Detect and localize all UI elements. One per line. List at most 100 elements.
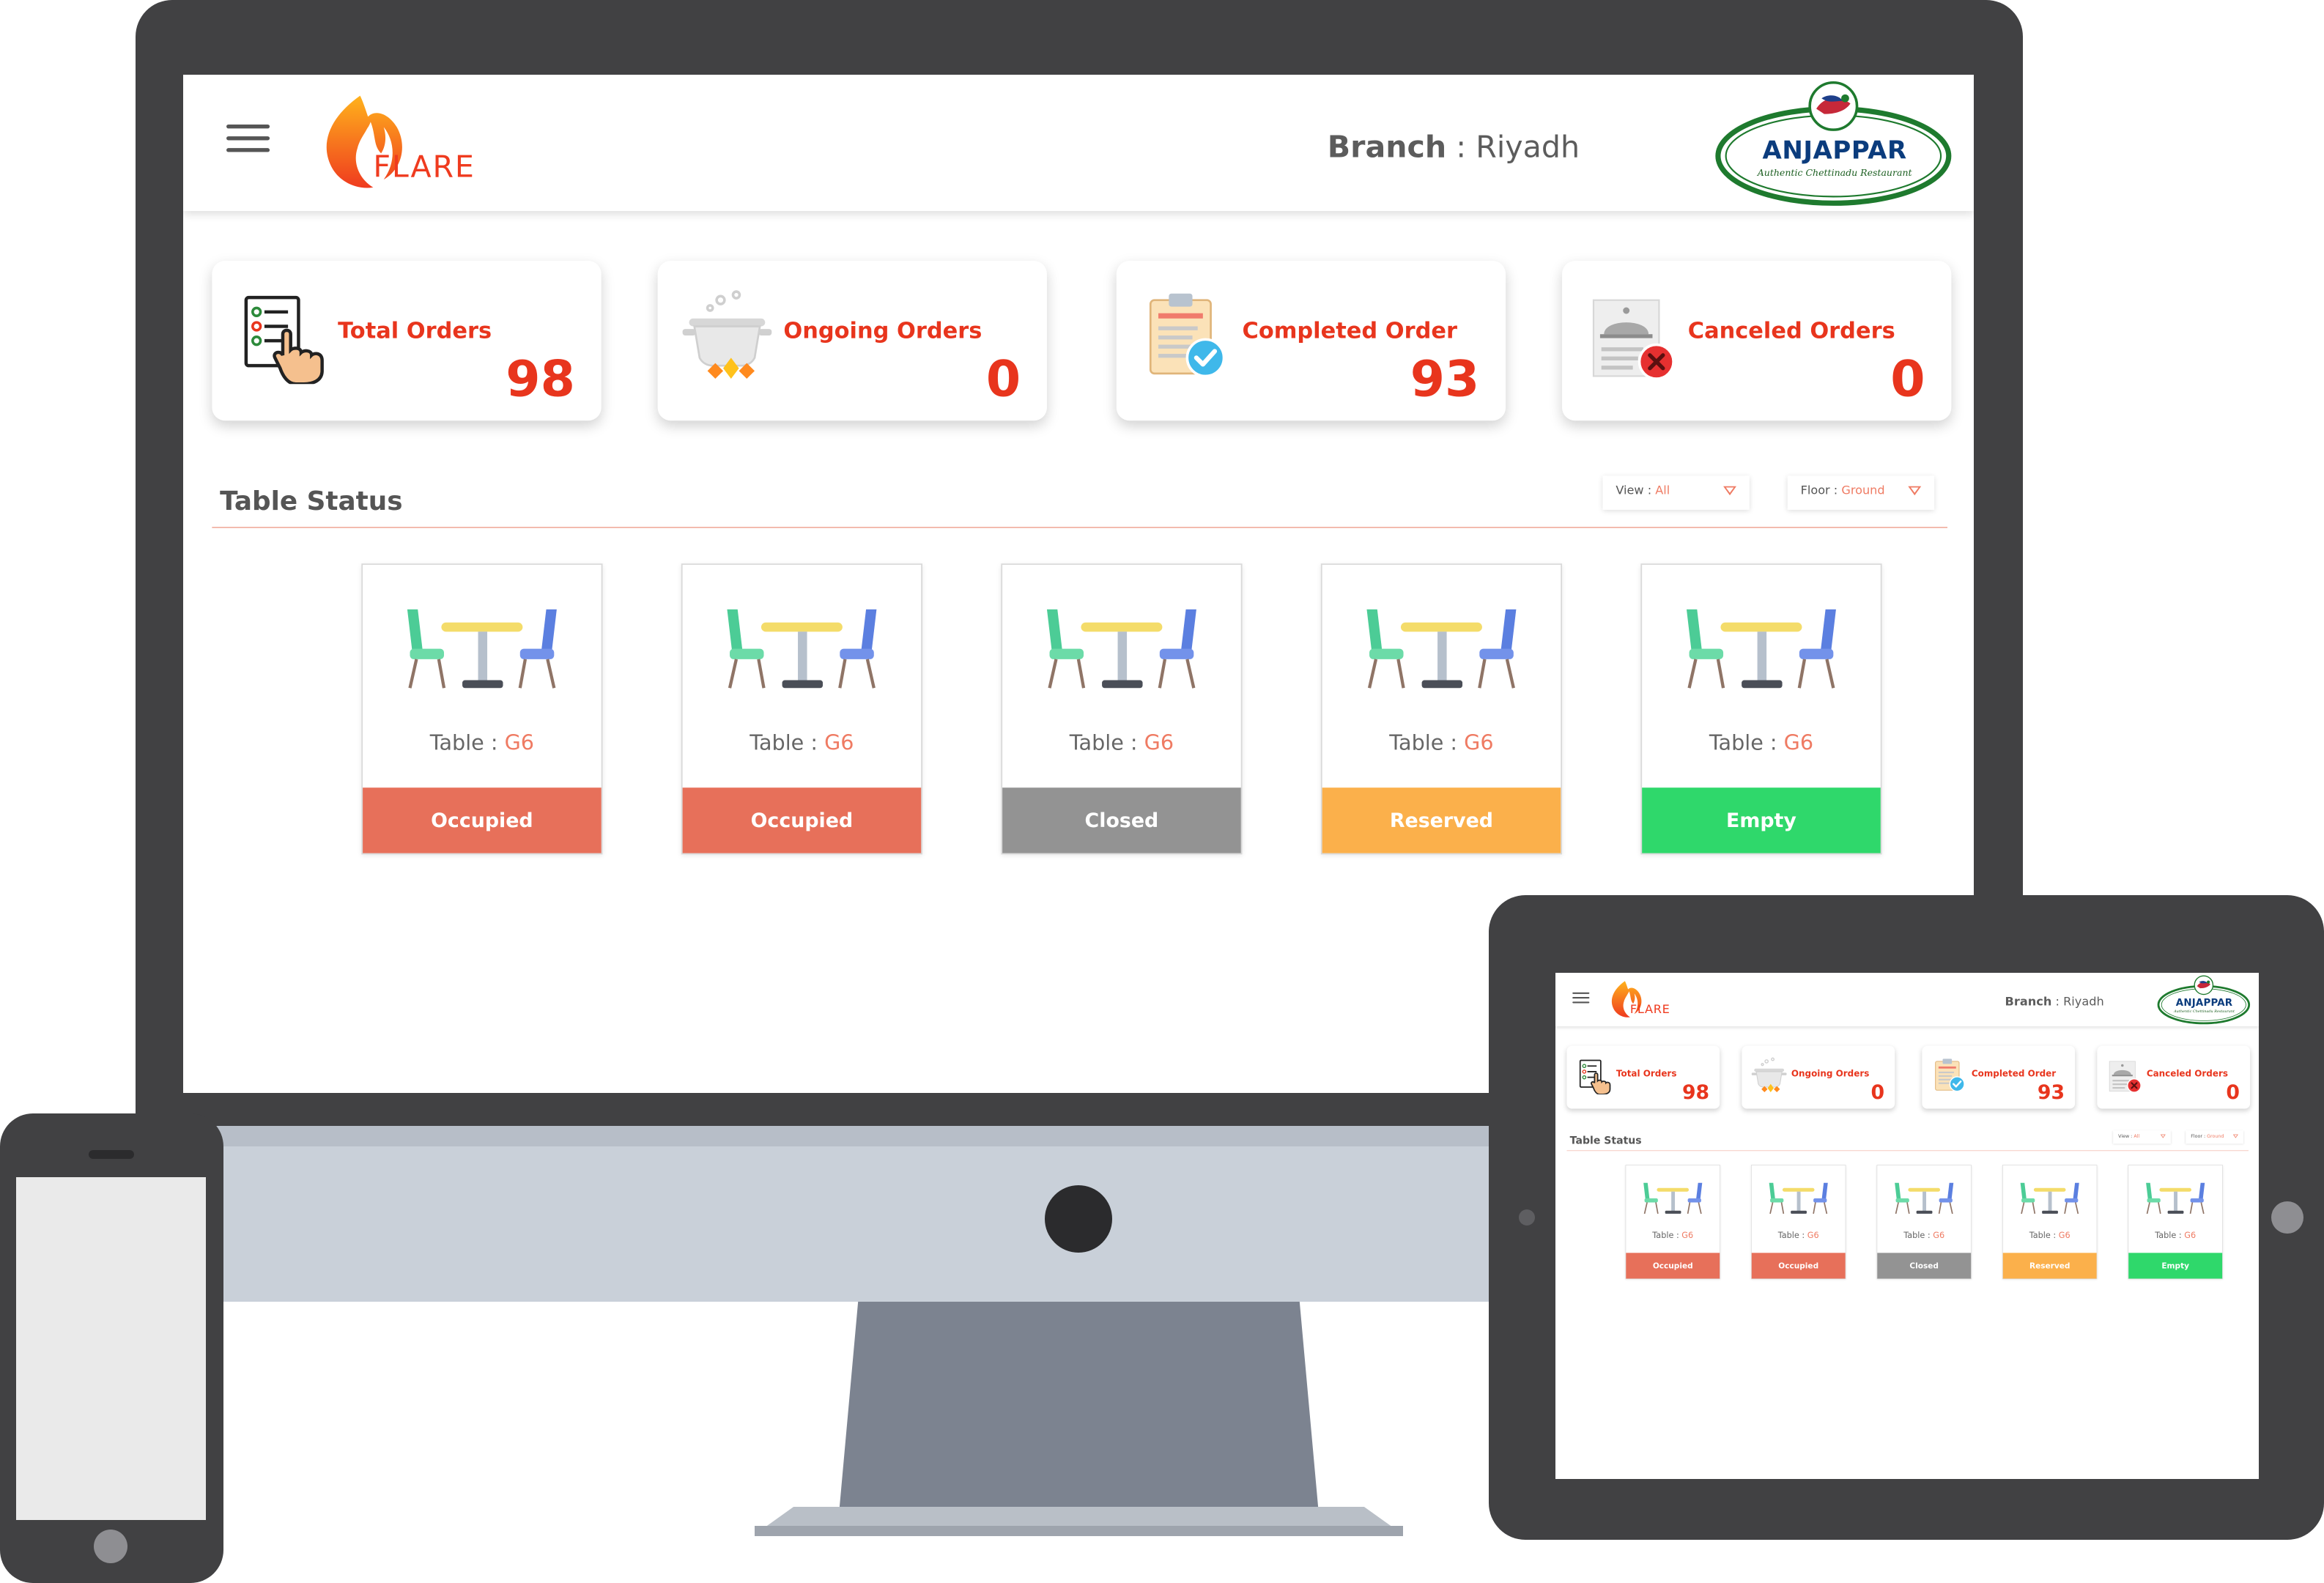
table-separator: : — [1763, 730, 1784, 755]
view-filter-value: All — [1655, 484, 1670, 498]
table-card[interactable]: Table : G6 Reserved — [1320, 563, 1563, 855]
table-status-badge: Occupied — [1751, 1253, 1846, 1279]
tablet-screen: FLARE Branch : Riyadh ANJAPPAR Authentic… — [1555, 973, 2259, 1479]
table-card[interactable]: Table : G6 Reserved — [2002, 1165, 2098, 1280]
table-label: Table : G6 — [363, 730, 602, 755]
table-label: Table : G6 — [1322, 730, 1561, 755]
table-label: Table : G6 — [2128, 1230, 2222, 1239]
floor-filter-dropdown[interactable]: Floor : Ground — [1787, 475, 1935, 510]
table-prefix: Table — [1709, 730, 1764, 755]
table-label: Table : G6 — [1752, 1230, 1846, 1239]
total-orders-card[interactable]: Total Orders 98 — [1566, 1045, 1720, 1109]
tablet-home-button[interactable] — [2271, 1201, 2303, 1234]
table-card[interactable]: Table : G6 Closed — [1876, 1165, 1972, 1280]
table-id: G6 — [1783, 730, 1814, 755]
table-id: G6 — [504, 730, 535, 755]
branch-indicator: Branch : Riyadh — [2005, 995, 2104, 1008]
table-label: Table : G6 — [1877, 1230, 1971, 1239]
cooking-pot-icon — [1751, 1057, 1787, 1093]
table-card[interactable]: Table : G6 Closed — [1001, 563, 1243, 855]
dining-table-icon — [1895, 1182, 1954, 1215]
table-card[interactable]: Table : G6 Occupied — [681, 563, 922, 855]
table-id: G6 — [1144, 730, 1174, 755]
table-prefix: Table — [2029, 1230, 2051, 1240]
table-separator: : — [2050, 1230, 2059, 1240]
floor-filter-label: Floor — [1800, 484, 1830, 498]
table-separator: : — [1443, 730, 1465, 755]
branch-indicator: Branch : Riyadh — [1328, 131, 1580, 166]
table-separator: : — [804, 730, 825, 755]
dining-table-icon — [2146, 1182, 2205, 1215]
phone-screen — [16, 1177, 206, 1520]
table-status-badge: Occupied — [682, 787, 922, 853]
table-card[interactable]: Table : G6 Occupied — [1751, 1165, 1846, 1280]
table-card[interactable]: Table : G6 Occupied — [361, 563, 603, 855]
menu-icon[interactable] — [1572, 992, 1590, 1005]
cloche-cancel-icon — [2109, 1061, 2142, 1093]
monitor-stand — [839, 1302, 1319, 1514]
table-status-badge: Occupied — [363, 787, 602, 853]
chevron-down-icon — [1723, 486, 1736, 496]
total-orders-card[interactable]: Total Orders 98 — [212, 261, 602, 421]
table-id: G6 — [1681, 1230, 1694, 1240]
clipboard-check-icon — [1935, 1059, 1965, 1092]
branch-separator: : — [2051, 995, 2064, 1009]
table-id: G6 — [1933, 1230, 1945, 1240]
table-id: G6 — [824, 730, 854, 755]
chevron-down-icon — [1908, 486, 1922, 496]
phone-home-button[interactable] — [94, 1530, 127, 1563]
table-id: G6 — [2058, 1230, 2070, 1240]
dining-table-icon — [2020, 1182, 2079, 1215]
app-name: FLARE — [373, 150, 475, 185]
dining-table-icon — [1046, 609, 1196, 689]
canceled-orders-card[interactable]: Canceled Orders 0 — [2097, 1045, 2251, 1109]
branch-label: Branch — [1327, 130, 1447, 166]
table-separator: : — [2176, 1230, 2185, 1240]
view-filter-dropdown[interactable]: View : All — [2113, 1130, 2171, 1144]
floor-filter-dropdown[interactable]: Floor : Ground — [2186, 1130, 2243, 1144]
dining-table-icon — [407, 609, 557, 689]
stat-label: Total Orders — [338, 318, 492, 345]
table-status-badge: Closed — [1877, 1253, 1972, 1279]
view-filter-label: View — [2118, 1133, 2130, 1140]
ongoing-orders-card[interactable]: Ongoing Orders 0 — [657, 261, 1047, 421]
clipboard-check-icon — [1149, 293, 1226, 378]
table-prefix: Table — [1777, 1230, 1799, 1240]
table-card[interactable]: Table : G6 Empty — [2128, 1165, 2223, 1280]
ongoing-orders-card[interactable]: Ongoing Orders 0 — [1742, 1045, 1895, 1109]
table-card[interactable]: Table : G6 Occupied — [1625, 1165, 1720, 1280]
floor-filter-separator: : — [1829, 484, 1842, 498]
branch-value: Riyadh — [1476, 130, 1580, 166]
stat-label: Total Orders — [1616, 1068, 1677, 1079]
completed-orders-card[interactable]: Completed Order 93 — [1922, 1045, 2076, 1109]
stat-label: Ongoing Orders — [1791, 1068, 1870, 1079]
table-card[interactable]: Table : G6 Empty — [1640, 563, 1882, 855]
table-prefix: Table — [1069, 730, 1124, 755]
stat-value: 0 — [1890, 349, 1925, 408]
cloche-cancel-icon — [1592, 299, 1675, 380]
floor-filter-value: Ground — [2207, 1133, 2224, 1140]
monitor-stand-base-edge — [755, 1526, 1403, 1536]
stat-value: 98 — [1681, 1080, 1710, 1104]
table-status-badge: Empty — [2128, 1253, 2223, 1279]
view-filter-separator: : — [1643, 484, 1656, 498]
app-name: FLARE — [1629, 1002, 1670, 1017]
top-bar: FLARE Branch : Riyadh ANJAPPAR Authentic… — [1555, 973, 2259, 1027]
monitor-logo-dot — [1045, 1185, 1112, 1253]
stat-label: Canceled Orders — [1687, 318, 1895, 345]
restaurant-logo-name: ANJAPPAR — [2175, 997, 2233, 1009]
table-label: Table : G6 — [1626, 1230, 1720, 1239]
dining-table-icon — [727, 609, 877, 689]
menu-icon[interactable] — [226, 124, 270, 156]
completed-orders-card[interactable]: Completed Order 93 — [1116, 261, 1506, 421]
table-status-badge: Occupied — [1626, 1253, 1720, 1279]
restaurant-logo-name: ANJAPPAR — [1762, 136, 1907, 166]
table-id: G6 — [2184, 1230, 2197, 1240]
phone-speaker — [89, 1150, 134, 1159]
branch-label: Branch — [2005, 995, 2052, 1009]
view-filter-value: All — [2134, 1133, 2140, 1140]
canceled-orders-card[interactable]: Canceled Orders 0 — [1562, 261, 1952, 421]
order-list-icon — [1579, 1059, 1611, 1094]
view-filter-dropdown[interactable]: View : All — [1602, 475, 1750, 510]
chevron-down-icon — [2232, 1134, 2238, 1138]
